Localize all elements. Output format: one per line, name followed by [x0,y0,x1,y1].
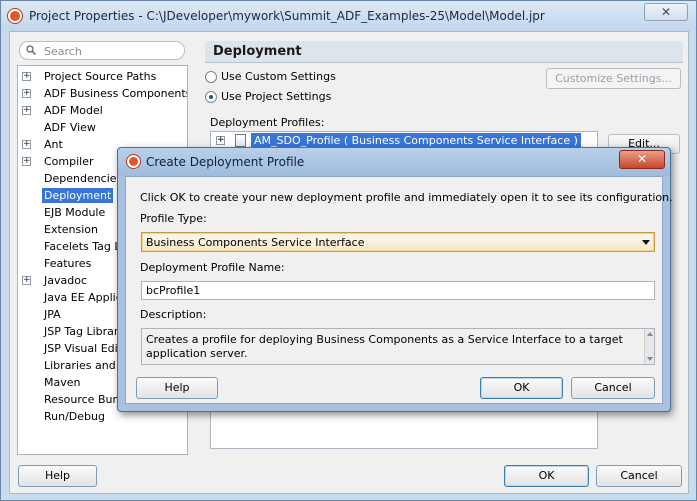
profile-type-select[interactable]: Business Components Service Interface [141,232,655,252]
description-scrollbar[interactable] [644,329,654,364]
expand-icon[interactable]: + [22,276,31,285]
expand-icon[interactable]: + [22,72,31,81]
customize-settings-button[interactable]: Customize Settings... [546,68,681,89]
page-title-bar: Deployment [205,41,683,63]
expand-icon[interactable]: + [216,136,225,145]
expand-icon[interactable]: + [22,89,31,98]
tree-item-label: Features [44,257,92,270]
profile-type-label: Profile Type: [140,212,207,225]
tree-item-label: Project Source Paths [44,70,157,83]
tree-item-label: Ant [44,138,63,151]
radio-indicator [205,71,217,83]
create-deployment-profile-dialog: Create Deployment Profile ✕ Click OK to … [117,147,673,412]
profile-document-icon [235,134,246,147]
expand-icon[interactable]: + [22,140,31,149]
chevron-down-icon [642,240,650,245]
window-close-button[interactable]: ✕ [644,3,688,21]
tree-item-label: ADF View [44,121,96,134]
expand-icon[interactable]: + [22,157,31,166]
tree-item[interactable]: ADF View [18,119,187,136]
dialog-intro-text: Click OK to create your new deployment p… [140,191,673,204]
tree-item[interactable]: + ADF Model [18,102,187,119]
window-title: Project Properties - C:\JDeveloper\mywor… [29,9,545,23]
dialog-title: Create Deployment Profile [146,155,305,169]
tree-item[interactable]: + ADF Business Components [18,85,187,102]
radio-label: Use Custom Settings [221,70,336,83]
window-title-bar[interactable]: Project Properties - C:\JDeveloper\mywor… [1,1,696,31]
search-icon [26,45,36,55]
tree-item-label: Dependencies [44,172,123,185]
dialog-close-button[interactable]: ✕ [619,150,665,169]
jdeveloper-app-icon [8,9,22,23]
tree-item-label: Deployment [42,188,114,203]
search-placeholder: Search [44,45,82,58]
dialog-help-button[interactable]: Help [136,377,218,399]
tree-item-label: Javadoc [44,274,87,287]
dialog-cancel-button[interactable]: Cancel [571,377,655,399]
search-input[interactable]: Search [19,41,185,60]
dialog-title-bar[interactable]: Create Deployment Profile ✕ [118,148,670,176]
deployment-profiles-label: Deployment Profiles: [210,116,325,129]
cancel-button[interactable]: Cancel [596,465,682,487]
tree-item-label: JPA [44,308,61,321]
tree-item-label: ADF Business Components [44,87,188,100]
jdeveloper-app-icon [127,155,140,168]
description-label: Description: [140,308,207,321]
tree-item-label: Extension [44,223,99,236]
expand-icon[interactable]: + [22,106,31,115]
radio-indicator [205,91,217,103]
tree-item-label: ADF Model [44,104,103,117]
profile-name-label: Deployment Profile Name: [140,261,285,274]
ok-button[interactable]: OK [504,465,589,487]
radio-label: Use Project Settings [221,90,332,103]
description-area: Creates a profile for deploying Business… [141,328,655,365]
dialog-ok-button[interactable]: OK [480,377,563,399]
page-title: Deployment [213,44,302,59]
profile-name-field[interactable]: bcProfile1 [141,281,655,300]
tree-item[interactable]: + Project Source Paths [18,68,187,85]
dialog-content: Click OK to create your new deployment p… [125,176,673,404]
help-button[interactable]: Help [18,465,97,487]
tree-item-label: Maven [44,376,81,389]
profile-type-value: Business Components Service Interface [146,236,365,249]
tree-item-label: Compiler [44,155,94,168]
tree-item-label: Run/Debug [44,410,105,423]
description-text: Creates a profile for deploying Business… [146,333,623,360]
tree-item-label: EJB Module [44,206,106,219]
